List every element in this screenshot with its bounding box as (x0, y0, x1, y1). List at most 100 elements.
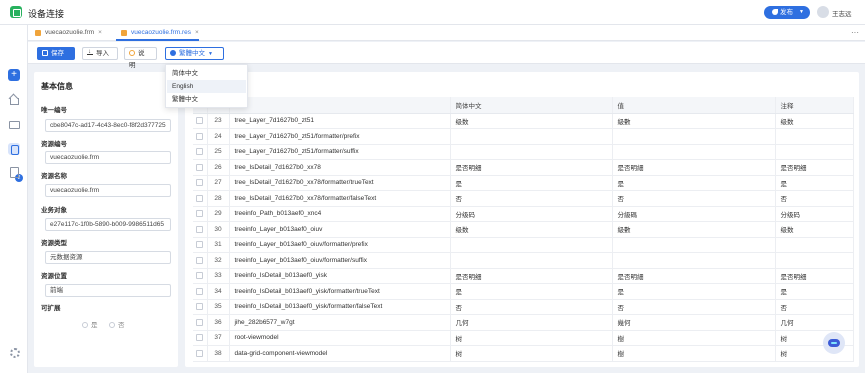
business-object-field[interactable]: e27e117c-1f0b-5890-b009-9986511d65 (45, 218, 171, 231)
value-cell[interactable]: 級數 (612, 221, 776, 238)
row-checkbox[interactable] (196, 318, 204, 326)
table-row[interactable]: 24 tree_Layer_7d1627b0_zt51/formatter/pre… (193, 128, 854, 145)
home-icon[interactable] (8, 94, 20, 106)
row-checkbox[interactable] (196, 225, 204, 233)
close-icon[interactable]: × (98, 29, 102, 36)
app-logo-icon (10, 6, 22, 18)
user-name[interactable]: 王志远 (832, 8, 852, 18)
resource-key-cell: tree_Layer_7d1627b0_zt51 (229, 113, 451, 129)
resource-key-cell: tree_IsDetail_7d1627b0_xx78/formatter/fa… (229, 190, 451, 207)
resource-icon[interactable] (8, 143, 20, 155)
row-checkbox[interactable] (196, 163, 204, 171)
resource-location-field[interactable]: 前端 (45, 284, 171, 297)
row-checkbox[interactable] (196, 194, 204, 202)
more-icon[interactable]: ··· (851, 28, 859, 37)
value-cell[interactable]: 是否明細 (612, 268, 776, 284)
header-cell[interactable]: 值 (612, 97, 776, 114)
extensible-no-radio[interactable]: 否 (109, 319, 125, 329)
table-row[interactable]: 25 tree_Layer_7d1627b0_zt51/formatter/suf… (193, 144, 854, 160)
row-checkbox-cell (193, 299, 208, 315)
extensible-yes-radio[interactable]: 是 (82, 319, 98, 329)
row-number: 33 (207, 268, 230, 284)
user-avatar[interactable] (817, 6, 829, 18)
document-icon[interactable] (8, 166, 20, 178)
table-row[interactable]: 30 treeinfo_Layer_b013aef0_oiuv 级数 級數 级数 (193, 221, 854, 238)
row-checkbox[interactable] (196, 287, 204, 295)
resource-code-field[interactable]: vuecaozuolie.frm (45, 151, 171, 164)
basic-info-panel: 基本信息 唯一编号 cbe8047c-ad17-4c43-8ec0-f8f2d3… (34, 72, 178, 367)
row-checkbox[interactable] (196, 256, 204, 264)
tab-frm[interactable]: vuecaozuolie.frm × (30, 25, 102, 41)
language-option-zh-hans[interactable]: 简体中文 (167, 67, 246, 80)
header-cell[interactable]: 注释 (775, 97, 854, 114)
table-row[interactable]: 34 treeinfo_IsDetail_b013aef0_yisk/format… (193, 283, 854, 300)
row-checkbox[interactable] (196, 334, 204, 342)
table-row[interactable]: 26 tree_IsDetail_7d1627b0_xx78 是否明细 是否明細 是否明… (193, 159, 854, 176)
publish-button[interactable]: 发布 ▼ (764, 6, 810, 19)
value-cell[interactable]: 幾何 (612, 314, 776, 331)
value-cell[interactable] (612, 144, 776, 160)
row-checkbox[interactable] (196, 241, 204, 249)
rocket-icon (772, 9, 778, 15)
table-row[interactable]: 28 tree_IsDetail_7d1627b0_xx78/formatter/… (193, 190, 854, 207)
table-row[interactable]: 29 treeinfo_Path_b013aef0_xnc4 分级码 分級碼 分级码 (193, 206, 854, 222)
language-select[interactable]: 繁體中文 ▼ (165, 47, 224, 60)
row-checkbox[interactable] (196, 117, 204, 125)
table-row[interactable]: 36 jihe_282b6577_w7gt 几何 幾何 几何 (193, 314, 854, 331)
resource-name-field[interactable]: vuecaozuolie.frm (45, 184, 171, 197)
globe-icon (170, 50, 176, 56)
value-cell[interactable]: 否 (612, 299, 776, 315)
table-row[interactable]: 32 treeinfo_Layer_b013aef0_oiuv/formatter… (193, 252, 854, 269)
language-option-zh-hant[interactable]: 繁體中文 (167, 93, 246, 106)
value-cell[interactable]: 樹 (612, 330, 776, 346)
tab-frm-res[interactable]: vuecaozuolie.frm.res × (116, 25, 199, 41)
simplified-chinese-cell: 是否明细 (450, 268, 613, 284)
table-row[interactable]: 31 treeinfo_Layer_b013aef0_oiuv/formatter… (193, 237, 854, 253)
table-row[interactable]: 33 treeinfo_IsDetail_b013aef0_yisk 是否明细 是否明… (193, 268, 854, 284)
table-row[interactable]: 37 root-viewmodel 树樹树 (193, 330, 854, 346)
value-cell[interactable]: 級數 (612, 113, 776, 129)
table-row[interactable]: 38 data-grid-component-viewmodel 树樹树 (193, 345, 854, 362)
value-cell[interactable]: 樹 (612, 345, 776, 362)
row-checkbox[interactable] (196, 349, 204, 357)
row-number: 23 (207, 113, 230, 129)
value-cell[interactable] (612, 252, 776, 269)
resource-type-field[interactable]: 元数据资源 (45, 251, 171, 264)
table-row[interactable]: 35 treeinfo_IsDetail_b013aef0_yisk/format… (193, 299, 854, 315)
resource-key-cell: treeinfo_Layer_b013aef0_oiuv (229, 221, 451, 238)
resource-key-cell: tree_Layer_7d1627b0_zt51/formatter/prefi… (229, 128, 451, 145)
help-button[interactable]: 说明 (124, 47, 157, 69)
row-checkbox[interactable] (196, 210, 204, 218)
value-cell[interactable]: 是否明細 (612, 159, 776, 176)
comment-cell: 否 (775, 190, 854, 207)
add-icon[interactable]: + (8, 69, 20, 81)
value-cell[interactable]: 是 (612, 283, 776, 300)
language-option-english[interactable]: English (167, 80, 246, 93)
value-cell[interactable] (612, 237, 776, 253)
value-cell[interactable]: 否 (612, 190, 776, 207)
monitor-icon[interactable] (8, 119, 20, 131)
row-checkbox-cell (193, 345, 208, 362)
row-checkbox[interactable] (196, 148, 204, 156)
import-button[interactable]: 导入 (82, 47, 118, 60)
radio-icon (82, 322, 88, 328)
settings-icon[interactable] (8, 346, 20, 358)
radio-label: 否 (118, 322, 125, 329)
row-checkbox[interactable] (196, 179, 204, 187)
value-cell[interactable]: 是 (612, 175, 776, 191)
row-checkbox[interactable] (196, 303, 204, 311)
table-row[interactable]: 27 tree_IsDetail_7d1627b0_xx78/formatter/… (193, 175, 854, 191)
close-icon[interactable]: × (195, 29, 199, 36)
comment-cell (775, 252, 854, 269)
row-checkbox-cell (193, 314, 208, 331)
row-number: 27 (207, 175, 230, 191)
value-cell[interactable] (612, 128, 776, 145)
row-checkbox[interactable] (196, 132, 204, 140)
unique-id-field[interactable]: cbe8047c-ad17-4c43-8ec0-f8f2d377725 (45, 119, 171, 132)
save-button[interactable]: 保存 (37, 47, 75, 60)
assistant-robot-icon[interactable] (823, 332, 845, 354)
value-cell[interactable]: 分級碼 (612, 206, 776, 222)
header-cell[interactable]: 简体中文 (450, 97, 613, 114)
row-checkbox[interactable] (196, 272, 204, 280)
table-row[interactable]: 23 tree_Layer_7d1627b0_zt51 级数 級數 级数 (193, 113, 854, 129)
